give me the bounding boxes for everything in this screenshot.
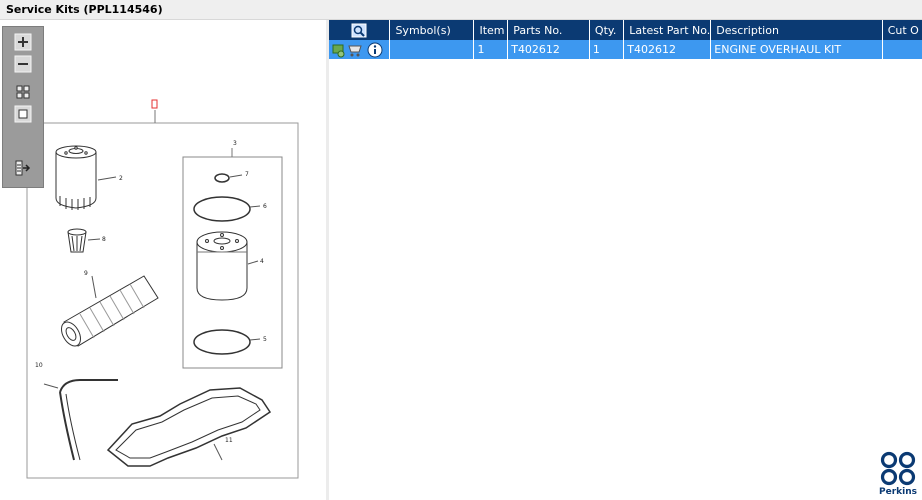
title-bar: Service Kits (PPL114546) [0,0,922,20]
header-symbols[interactable]: Symbol(s) [389,20,475,40]
perkins-logo: Perkins [878,451,918,499]
export-list-icon[interactable] [14,159,32,177]
cell-qty: 1 [589,40,625,59]
callout-6: 6 [263,203,267,210]
cell-cut-off [882,40,922,59]
header-description[interactable]: Description [710,20,883,40]
part-oil-filter [55,145,97,210]
header-qty[interactable]: Qty. [589,20,625,40]
cell-parts-no[interactable]: T402612 [507,40,590,59]
cell-latest-part-no[interactable]: T402612 [623,40,712,59]
zoom-in-icon[interactable] [14,33,32,51]
callout-8: 8 [102,236,106,243]
parts-table: Symbol(s) Item Parts No. Qty. Latest Par… [329,20,922,59]
header-item[interactable]: Item [473,20,509,40]
fit-all-icon[interactable] [14,83,32,101]
part-strainer [67,228,87,253]
cell-symbols [389,40,475,59]
callout-10: 10 [35,362,43,369]
perkins-wordmark: Perkins [879,487,917,497]
shopping-list-icon[interactable] [348,45,362,57]
callout-9: 9 [84,270,88,277]
cell-description: ENGINE OVERHAUL KIT [710,40,883,59]
callout-5: 5 [263,336,267,343]
callout-7: 7 [245,171,249,178]
illustration-pane[interactable]: 2 3 4 5 6 7 8 9 10 11 [0,20,326,500]
header-latest-part-no[interactable]: Latest Part No. [623,20,712,40]
viewer-toolbar [2,26,44,188]
table-row[interactable]: 1 T402612 1 T402612 ENGINE OVERHAUL KIT [329,40,922,59]
zoom-out-icon[interactable] [14,55,32,73]
service-kits-window: Service Kits (PPL114546) 2 3 4 5 6 7 8 9… [0,0,922,500]
part-seal-ring-upper [193,196,251,222]
part-o-ring-small [214,173,230,183]
add-to-cart-icon[interactable] [332,44,345,57]
callout-11: 11 [225,437,233,444]
exploded-parts-drawing: 2 3 4 5 6 7 8 9 10 11 [26,99,299,479]
callout-3: 3 [233,140,237,147]
header-search[interactable] [329,20,391,40]
perkins-logo-mark [880,451,916,486]
part-seal-ring-lower [193,329,251,355]
single-frame-icon[interactable] [14,105,32,123]
callout-2: 2 [119,175,123,182]
info-icon[interactable] [367,42,383,57]
table-header-row: Symbol(s) Item Parts No. Qty. Latest Par… [329,20,922,40]
row-action-icons [329,40,391,59]
part-fuel-filter [196,231,248,301]
header-cut-off[interactable]: Cut O [882,20,922,40]
callout-4: 4 [260,258,264,265]
assembly-marker [151,99,158,109]
window-title: Service Kits (PPL114546) [6,3,163,16]
row-icons [332,42,383,57]
header-parts-no[interactable]: Parts No. [507,20,590,40]
part-filter-element [61,275,159,347]
parts-list-pane: Symbol(s) Item Parts No. Qty. Latest Par… [329,20,922,500]
search-icon[interactable] [351,23,367,38]
part-gasket [106,387,272,467]
cell-item: 1 [473,40,509,59]
